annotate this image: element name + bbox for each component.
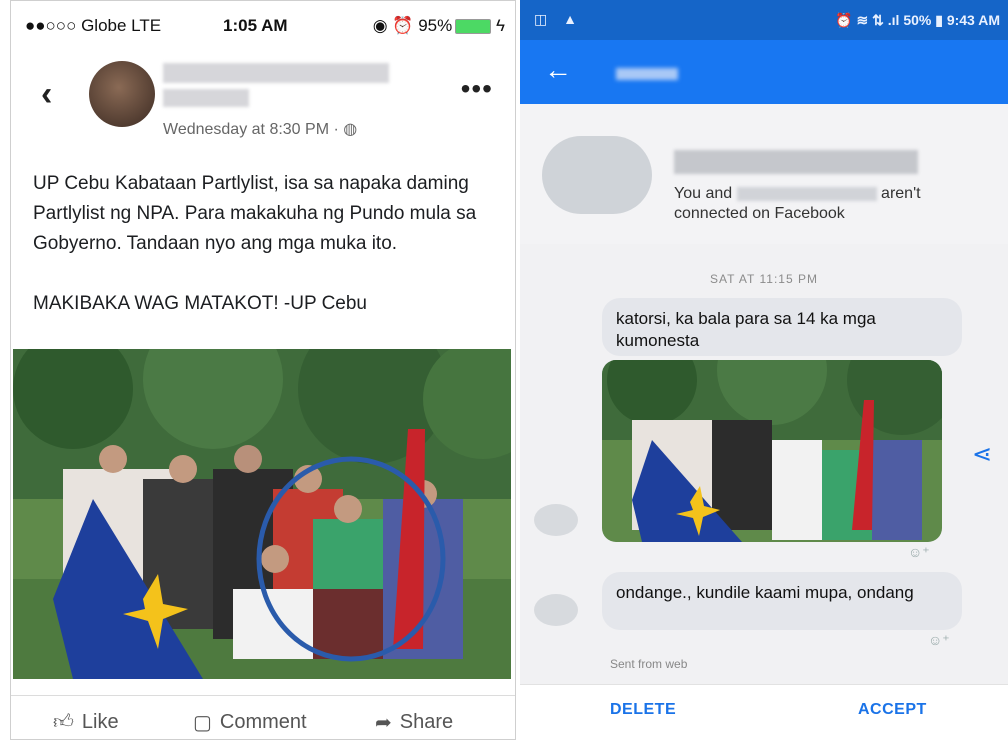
- message-photo-art: [602, 360, 942, 542]
- delete-button[interactable]: DELETE: [610, 701, 676, 719]
- back-chevron-icon[interactable]: ‹: [41, 75, 52, 114]
- connection-note: You and aren't connected on Facebook: [674, 184, 921, 224]
- ios-status-bar: ●●○○○ Globe LTE 1:05 AM ◉ ⏰ 95% ϟ: [11, 1, 515, 45]
- facebook-post-panel: ●●○○○ Globe LTE 1:05 AM ◉ ⏰ 95% ϟ ‹ Wedn…: [10, 0, 516, 740]
- react-icon-2[interactable]: ☺⁺: [928, 632, 950, 649]
- request-action-bar: DELETE ACCEPT: [520, 684, 1008, 740]
- post-photo[interactable]: [13, 349, 511, 679]
- react-icon[interactable]: ☺⁺: [908, 544, 930, 561]
- author-avatar[interactable]: [89, 61, 155, 127]
- post-time-text: Wednesday at 8:30 PM ·: [163, 121, 344, 138]
- day-separator: SAT AT 11:15 PM: [710, 272, 818, 286]
- status-right-info: ⏰ ≋ ⇅ .ıl 50% ▮ 9:43 AM: [835, 12, 1000, 28]
- globe-icon: ◍: [343, 121, 358, 138]
- connection-note-line2: connected on Facebook: [674, 205, 845, 222]
- comment-icon: ▢: [193, 712, 212, 734]
- thumbs-up-icon: 👍︎: [53, 711, 74, 733]
- sender-avatar-2: [534, 594, 578, 626]
- post-timestamp: Wednesday at 8:30 PM · ◍: [163, 119, 357, 139]
- carrier-label: ●●○○○ Globe LTE: [25, 16, 162, 35]
- charging-icon: ϟ: [491, 16, 505, 35]
- profile-name-blurred[interactable]: [674, 150, 918, 174]
- status-right: ◉ ⏰ 95% ϟ: [373, 16, 505, 36]
- status-left-icons: ◫ ▲: [534, 11, 583, 27]
- author-name-blurred-2[interactable]: [163, 89, 249, 107]
- back-arrow-icon[interactable]: ←: [544, 54, 572, 86]
- post-header: ‹ Wednesday at 8:30 PM · ◍ •••: [11, 53, 515, 143]
- sender-avatar-1: [534, 504, 578, 536]
- like-label: Like: [81, 710, 119, 733]
- messenger-panel: ◫ ▲ ⏰ ≋ ⇅ .ıl 50% ▮ 9:43 AM ← You and ar…: [520, 0, 1008, 740]
- status-indicators: ◉ ⏰ 95%: [372, 16, 453, 35]
- post-photo-art: [13, 349, 511, 679]
- profile-card: You and aren't connected on Facebook: [520, 104, 1008, 245]
- status-time: 1:05 AM: [223, 16, 288, 35]
- sent-from-label: Sent from web: [610, 657, 688, 671]
- friend-name-blurred: [736, 186, 877, 201]
- comment-label: Comment: [219, 711, 307, 733]
- messenger-toolbar: ←: [520, 40, 1008, 104]
- post-body-text: UP Cebu Kabataan Partlylist, isa sa napa…: [33, 173, 477, 314]
- connection-note-end: aren't: [881, 185, 921, 202]
- connection-note-start: You and: [674, 185, 733, 202]
- share-label: Share: [399, 711, 454, 733]
- like-button[interactable]: 👍︎ Like: [53, 710, 119, 734]
- share-button[interactable]: ➦ Share: [375, 710, 453, 735]
- share-arrow-icon: ➦: [375, 712, 392, 734]
- message-bubble-1[interactable]: katorsi, ka bala para sa 14 ka mga kumon…: [602, 298, 962, 356]
- message-photo[interactable]: [602, 360, 942, 542]
- contact-name-blurred: [616, 68, 678, 80]
- android-status-bar: ◫ ▲ ⏰ ≋ ⇅ .ıl 50% ▮ 9:43 AM: [520, 0, 1008, 40]
- post-action-bar: 👍︎ Like ▢ Comment ➦ Share: [11, 695, 515, 739]
- comment-button[interactable]: ▢ Comment: [193, 710, 307, 735]
- author-name-blurred[interactable]: [163, 63, 389, 83]
- more-options-icon[interactable]: •••: [461, 73, 493, 105]
- profile-avatar[interactable]: [542, 136, 652, 214]
- accept-button[interactable]: ACCEPT: [858, 701, 927, 719]
- battery-icon: [455, 19, 492, 35]
- share-icon[interactable]: ⋖: [972, 440, 992, 469]
- message-bubble-2[interactable]: ondange., kundile kaami mupa, ondang: [602, 572, 962, 630]
